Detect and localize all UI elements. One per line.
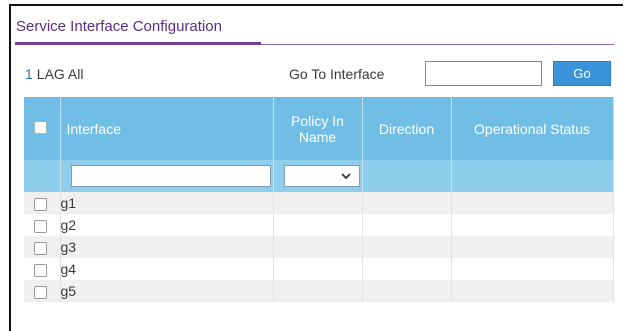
status-cell <box>451 280 614 302</box>
interface-filter-input[interactable] <box>70 165 271 187</box>
col-header-interface[interactable]: Interface <box>60 97 274 160</box>
interface-cell: g1 <box>60 192 274 214</box>
scope-label[interactable]: LAG All <box>37 66 84 82</box>
chevron-down-icon <box>340 172 351 179</box>
select-all-cell[interactable] <box>24 97 61 160</box>
policy-cell <box>273 258 363 280</box>
direction-cell <box>362 280 452 302</box>
filter-cell <box>60 160 274 192</box>
table-header-row: Interface Policy In Name Direction Opera… <box>24 97 614 160</box>
scope-count[interactable]: 1 <box>25 66 33 82</box>
status-cell <box>451 192 614 214</box>
interface-cell: g4 <box>60 258 274 280</box>
row-checkbox[interactable] <box>34 219 47 233</box>
goto-interface-input[interactable] <box>425 61 542 86</box>
direction-cell <box>362 258 452 280</box>
row-checkbox[interactable] <box>34 241 47 255</box>
direction-cell <box>362 192 452 214</box>
col-header-direction[interactable]: Direction <box>362 97 452 160</box>
section-title: Service Interface Configuration <box>16 18 222 35</box>
policy-cell <box>273 236 363 258</box>
filter-cell <box>24 160 61 192</box>
status-cell <box>451 236 614 258</box>
title-underline <box>15 42 261 45</box>
status-cell <box>451 214 614 236</box>
table-row[interactable]: g2 <box>24 214 614 236</box>
row-checkbox[interactable] <box>34 285 47 299</box>
title-divider <box>261 44 614 45</box>
direction-cell <box>362 236 452 258</box>
goto-interface-label: Go To Interface <box>289 66 385 82</box>
service-interface-table: Interface Policy In Name Direction Opera… <box>24 97 614 302</box>
interface-scope[interactable]: 1 LAG All <box>25 66 84 82</box>
policy-cell <box>273 280 363 302</box>
interface-cell: g5 <box>60 280 274 302</box>
policy-filter-select[interactable] <box>283 165 360 187</box>
col-header-operational-status[interactable]: Operational Status <box>451 97 614 160</box>
table-row[interactable]: g4 <box>24 258 614 280</box>
status-cell <box>451 258 614 280</box>
row-checkbox[interactable] <box>34 263 47 277</box>
table-row[interactable]: g1 <box>24 192 614 214</box>
col-header-policy-in-name[interactable]: Policy In Name <box>273 97 363 160</box>
go-button[interactable]: Go <box>553 61 611 86</box>
select-all-checkbox[interactable] <box>34 120 47 134</box>
table-row[interactable]: g3 <box>24 236 614 258</box>
filter-cell <box>362 160 452 192</box>
filter-cell <box>451 160 614 192</box>
row-checkbox[interactable] <box>34 197 47 211</box>
policy-cell <box>273 192 363 214</box>
direction-cell <box>362 214 452 236</box>
interface-cell: g2 <box>60 214 274 236</box>
policy-cell <box>273 214 363 236</box>
interface-cell: g3 <box>60 236 274 258</box>
filter-row <box>24 160 614 192</box>
table-row[interactable]: g5 <box>24 280 614 302</box>
filter-cell <box>273 160 363 192</box>
